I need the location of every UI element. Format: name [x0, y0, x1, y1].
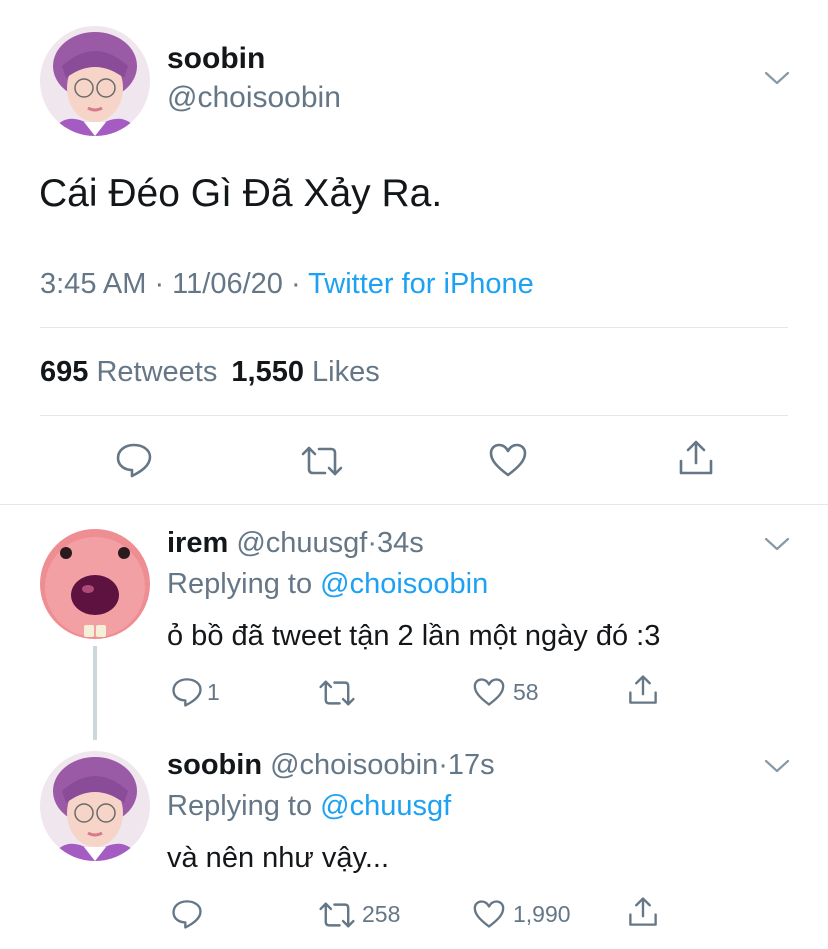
handle[interactable]: @choisoobin: [167, 81, 341, 115]
avatar-irem[interactable]: [40, 529, 150, 639]
reply-icon[interactable]: [171, 676, 203, 708]
avatar-soobin[interactable]: [40, 26, 150, 136]
replying-to-link[interactable]: @chuusgf: [320, 790, 451, 822]
reply-header: irem @chuusgf·34s: [167, 527, 424, 560]
like-count[interactable]: 1,550: [231, 356, 304, 388]
retweet-icon[interactable]: [300, 445, 344, 477]
separator: ·: [367, 527, 378, 559]
display-name[interactable]: irem: [167, 527, 228, 559]
reply-text: ỏ bồ đã tweet tận 2 lần một ngày đó :3: [167, 620, 661, 652]
like-count: 1,990: [513, 901, 571, 927]
like-label[interactable]: Likes: [312, 356, 380, 388]
reply-age[interactable]: 17s: [448, 749, 495, 781]
heart-icon[interactable]: [472, 899, 506, 929]
replying-to-link[interactable]: @choisoobin: [320, 568, 488, 600]
reply-count: 1: [207, 679, 220, 705]
tweet-timestamp: 3:45 AM · 11/06/20 ·: [40, 268, 309, 300]
like-count: 58: [513, 679, 539, 705]
reply-text: và nên như vậy...: [167, 842, 390, 874]
tweet-meta: 3:45 AM · 11/06/20 · Twitter for iPhone: [40, 268, 534, 301]
reply-icon[interactable]: [115, 441, 153, 479]
heart-icon[interactable]: [472, 677, 506, 707]
chevron-down-icon[interactable]: [764, 70, 790, 86]
tweet-source-link[interactable]: Twitter for iPhone: [308, 268, 534, 300]
engagement-stats: 695 Retweets 1,550 Likes: [40, 356, 380, 389]
thread-line: [93, 646, 97, 740]
display-name[interactable]: soobin: [167, 749, 262, 781]
reply-age[interactable]: 34s: [377, 527, 424, 559]
reply-header: soobin @choisoobin·17s: [167, 749, 495, 782]
display-name[interactable]: soobin: [167, 42, 265, 76]
retweet-count: 258: [362, 901, 401, 927]
share-icon[interactable]: [627, 674, 659, 706]
replying-prefix: Replying to: [167, 568, 313, 600]
retweet-icon[interactable]: [318, 901, 356, 929]
chevron-down-icon[interactable]: [764, 536, 790, 552]
divider: [40, 327, 788, 328]
handle[interactable]: @chuusgf: [236, 527, 367, 559]
retweet-count[interactable]: 695: [40, 356, 88, 388]
heart-icon[interactable]: [488, 442, 528, 478]
handle[interactable]: @choisoobin: [270, 749, 438, 781]
retweet-icon[interactable]: [318, 679, 356, 707]
tweet-text: Cái Đéo Gì Đã Xảy Ra.: [39, 172, 443, 215]
divider: [0, 504, 828, 505]
separator: ·: [438, 749, 448, 781]
replying-prefix: Replying to: [167, 790, 313, 822]
retweet-label[interactable]: Retweets: [96, 356, 217, 388]
replying-to: Replying to @choisoobin: [167, 568, 488, 601]
divider: [40, 415, 788, 416]
chevron-down-icon[interactable]: [764, 758, 790, 774]
reply-icon[interactable]: [171, 898, 203, 930]
share-icon[interactable]: [627, 896, 659, 928]
replying-to: Replying to @chuusgf: [167, 790, 451, 823]
share-icon[interactable]: [677, 439, 715, 477]
avatar-soobin[interactable]: [40, 751, 150, 861]
